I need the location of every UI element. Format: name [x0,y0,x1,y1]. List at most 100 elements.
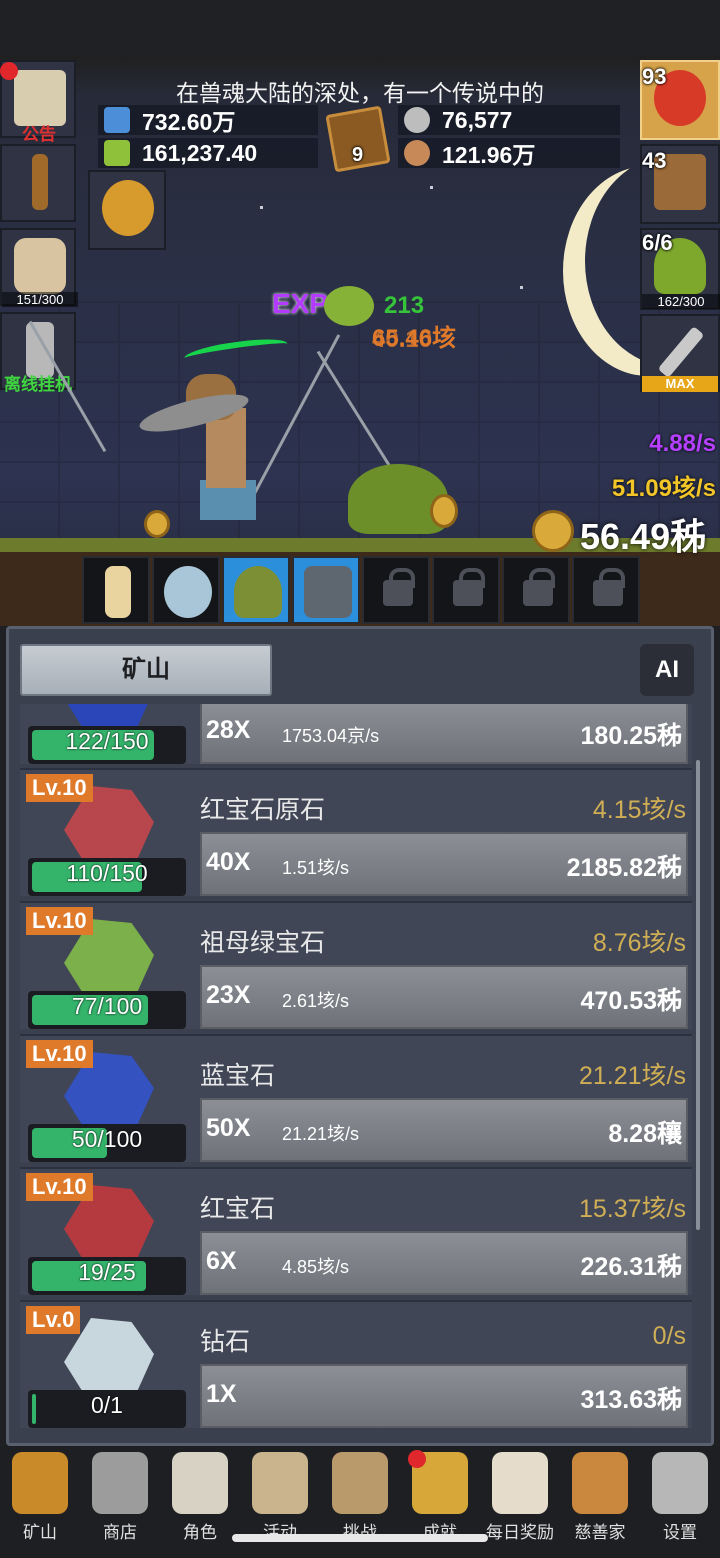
coin-icon [404,107,430,133]
notice-label: 公告 [22,125,56,144]
golden-key-button[interactable] [88,170,166,250]
ore-multiplier: 1X [206,1380,237,1408]
status-bar [0,0,720,56]
ore-row: Lv.10 77/100 祖母绿宝石 8.76垓/s 23X 2.61垓/s 4… [20,901,692,1033]
pet-slot-zombie[interactable] [292,556,360,624]
blue-potion-resource: 732.60万 [98,105,318,135]
pet-slot-locked[interactable] [502,556,570,624]
ore-progress-text: 110/150 [66,860,148,886]
food-button[interactable]: 151/300 [0,228,78,307]
exp-gain: 213 [384,292,425,319]
ai-button[interactable]: AI [640,644,694,696]
dropped-coin[interactable] [144,510,170,538]
pet-slot-locked[interactable] [432,556,500,624]
shop-icon [92,1452,148,1514]
star [260,206,263,209]
scroll-icon [252,1452,308,1514]
pet-slot-egg[interactable] [152,556,220,624]
ore-cost: 2185.82秭 [566,854,682,882]
ore-row: Lv.0 0/1 钻石 0/s 1X 313.63秭 [20,1300,692,1430]
pet-bar [82,556,640,624]
nav-label: 角色 [183,1523,217,1542]
exp-popup: EXP [272,288,329,319]
notification-dot [0,62,18,80]
coin-amount: 76,577 [442,106,513,133]
ore-list[interactable]: 122/150 28X 1753.04京/s 180.25秭 Lv.10 110… [20,704,692,1430]
torch-button[interactable] [0,144,76,222]
nav-shop[interactable]: 商店 [80,1446,160,1558]
ore-cost: 313.63秭 [580,1386,682,1414]
ore-rate: 21.21垓/s [578,1062,686,1090]
blue-potion-icon [104,107,130,133]
pet-slot-slime[interactable] [222,556,290,624]
ore-multiplier: 28X [206,716,251,744]
ore-output: 21.21垓/s [282,1124,360,1144]
nav-mine[interactable]: 矿山 [0,1446,80,1558]
bread-icon [572,1452,628,1514]
gear-icon [652,1452,708,1514]
ore-name: 红宝石 [200,1195,276,1223]
ore-output: 1753.04京/s [282,726,380,746]
ore-rate: 0/s [652,1322,686,1350]
total-gold-coin-icon [532,510,574,552]
ore-row: Lv.10 19/25 红宝石 15.37垓/s 6X 4.85垓/s 226.… [20,1167,692,1299]
nav-philanthropist[interactable]: 慈善家 [560,1446,640,1558]
slime-progress: 162/300 [642,294,720,309]
ore-progress-text: 122/150 [65,728,149,754]
ore-multiplier: 50X [206,1114,251,1142]
ore-rate: 8.76垓/s [592,929,686,957]
pet-slot-candle[interactable] [82,556,150,624]
notification-dot [408,1450,426,1468]
ore-multiplier: 6X [206,1247,237,1275]
book-count: 9 [352,144,364,166]
ore-multiplier: 40X [206,848,251,876]
chest-count: 43 [642,148,667,173]
nav-daily-rewards[interactable]: 每日奖励 [480,1446,560,1558]
ore-row: Lv.10 110/150 红宝石原石 4.15垓/s 40X 1.51垓/s … [20,768,692,900]
tab-mine[interactable]: 矿山 [20,644,272,696]
nav-label: 设置 [663,1523,697,1542]
slime-icon [234,566,282,618]
ore-multiplier: 23X [206,981,251,1009]
pet-slot-locked[interactable] [362,556,430,624]
sword-button[interactable]: MAX [640,314,720,392]
star [430,186,433,189]
lock-icon [593,568,625,606]
nav-label: 商店 [103,1523,137,1542]
egg-icon [164,566,212,618]
scroll-icon [14,70,66,126]
nav-label: 矿山 [23,1523,57,1542]
ore-level-badge: Lv.10 [26,907,93,935]
dropped-coin[interactable] [430,494,458,528]
lock-icon [453,568,485,606]
meat-amount: 121.96万 [442,142,536,168]
ore-cost: 226.31秭 [580,1253,682,1281]
map-icon [332,1452,388,1514]
potion-button[interactable]: 93 [640,60,720,140]
lock-icon [383,568,415,606]
lock-icon [523,568,555,606]
zombie-icon [304,566,352,618]
green-potion-icon [104,140,130,166]
exp-rate: 4.88/s [649,430,716,457]
ore-output: 4.85垓/s [282,1257,350,1277]
food-progress: 151/300 [2,292,78,307]
nav-label: 慈善家 [574,1523,626,1542]
slime-button[interactable]: 6/6 162/300 [640,228,720,310]
total-gold: 56.49秭 [580,516,707,557]
nav-label: 每日奖励 [486,1523,554,1542]
ore-list-scrollbar[interactable] [696,760,700,1230]
ore-name: 祖母绿宝石 [200,929,326,957]
home-indicator[interactable] [232,1534,488,1542]
lantern-icon [12,1452,68,1514]
nav-settings[interactable]: 设置 [640,1446,720,1558]
max-badge: MAX [642,376,718,392]
nav-character[interactable]: 角色 [160,1446,240,1558]
ore-progress-text: 0/1 [91,1392,123,1418]
ore-cost: 8.28穰 [608,1120,682,1148]
chest-button[interactable]: 43 [640,144,720,224]
ore-row: 122/150 28X 1753.04京/s 180.25秭 [20,704,692,768]
pet-slot-locked[interactable] [572,556,640,624]
potion-count: 93 [642,64,667,89]
gold-gain: 40.10 [372,326,433,353]
